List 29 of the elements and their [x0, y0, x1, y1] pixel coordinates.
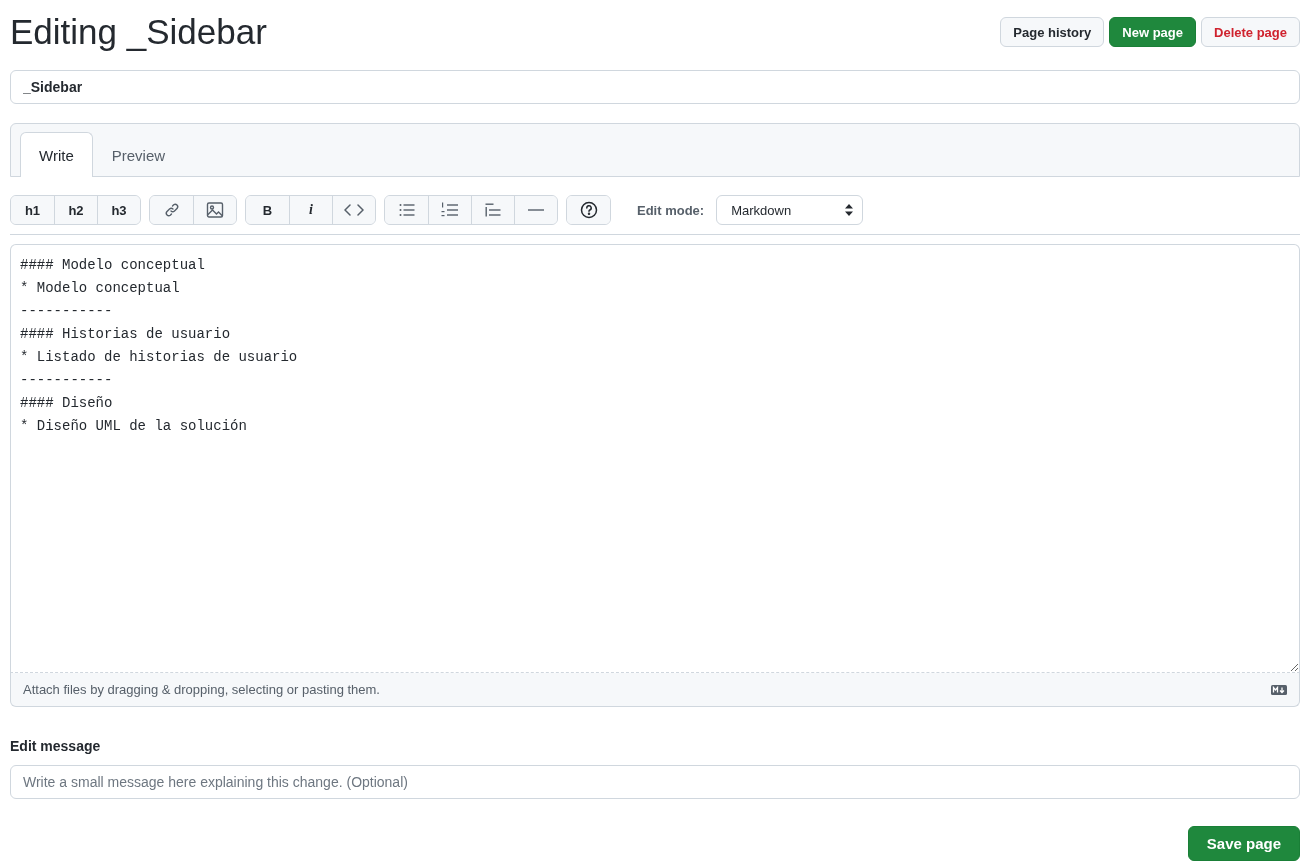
edit-mode-select[interactable]: Markdown [716, 195, 864, 225]
editor-tab[interactable]: Write [20, 132, 93, 177]
horizontal-rule-button[interactable] [514, 196, 557, 224]
edit-mode-label: Edit mode: [637, 202, 705, 218]
help-icon [579, 201, 598, 219]
edit-message-field[interactable]: Write a small message here explaining this change. (Optional) [10, 765, 1300, 799]
code-icon [344, 203, 364, 217]
page-title: Editing _Sidebar [10, 12, 267, 52]
task-list-icon [485, 203, 501, 217]
image-button[interactable] [193, 196, 236, 224]
header-button[interactable]: New page [1109, 17, 1196, 47]
markdown-editor[interactable]: #### Modelo conceptual * Modelo conceptual ----------- #### Historias de usuario * Listado de historias de usuario ----------- #### Diseño * Diseño UML de la solución [10, 244, 1300, 673]
header-button[interactable]: Delete page [1201, 17, 1300, 47]
numbered-list-icon [441, 202, 459, 218]
heading-button[interactable]: h3 [97, 196, 140, 224]
attach-files-hint: Attach files by dragging & dropping, selecting or pasting them. [23, 682, 380, 697]
editor-tab[interactable]: Preview [92, 132, 185, 177]
markdown-icon [1271, 684, 1287, 695]
code-button[interactable] [332, 196, 375, 224]
page-name-field[interactable]: _Sidebar [10, 70, 1300, 104]
horizontal-rule-icon [528, 208, 544, 212]
image-icon [206, 201, 224, 219]
bullet-list-icon [398, 203, 415, 217]
link-icon [163, 202, 180, 218]
select-arrows-icon [845, 204, 854, 216]
save-page-button[interactable]: Save page [1187, 826, 1300, 861]
edit-message-label: Edit message [10, 738, 102, 754]
help-button[interactable] [567, 196, 610, 224]
header-button[interactable]: Page history [1000, 17, 1105, 47]
